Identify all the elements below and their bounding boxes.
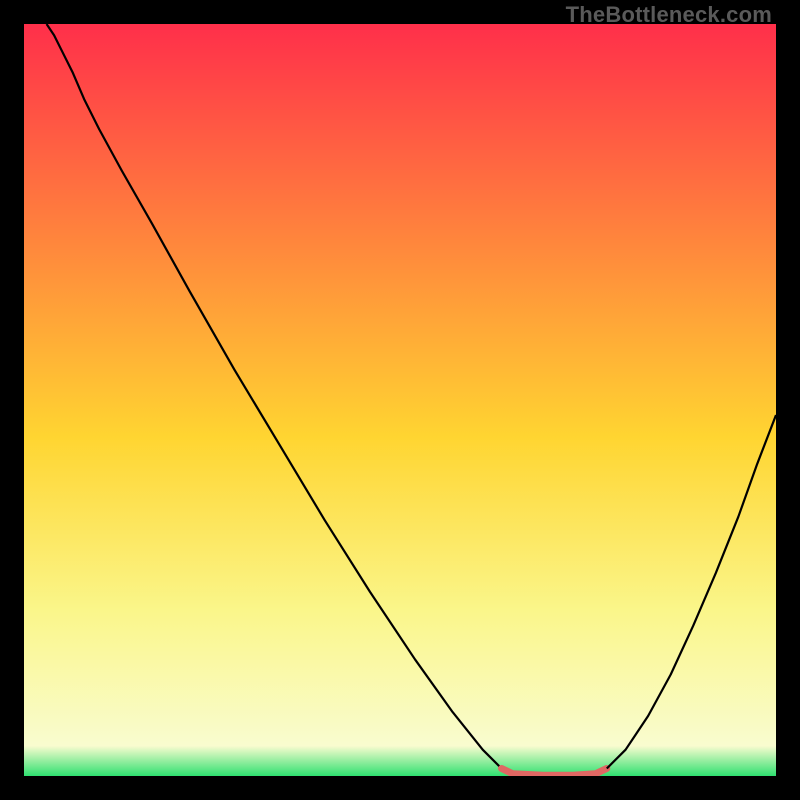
chart-svg bbox=[24, 24, 776, 776]
watermark-text: TheBottleneck.com bbox=[566, 2, 772, 28]
chart-plot-area bbox=[24, 24, 776, 776]
chart-frame: TheBottleneck.com bbox=[0, 0, 800, 800]
gradient-background bbox=[24, 24, 776, 776]
